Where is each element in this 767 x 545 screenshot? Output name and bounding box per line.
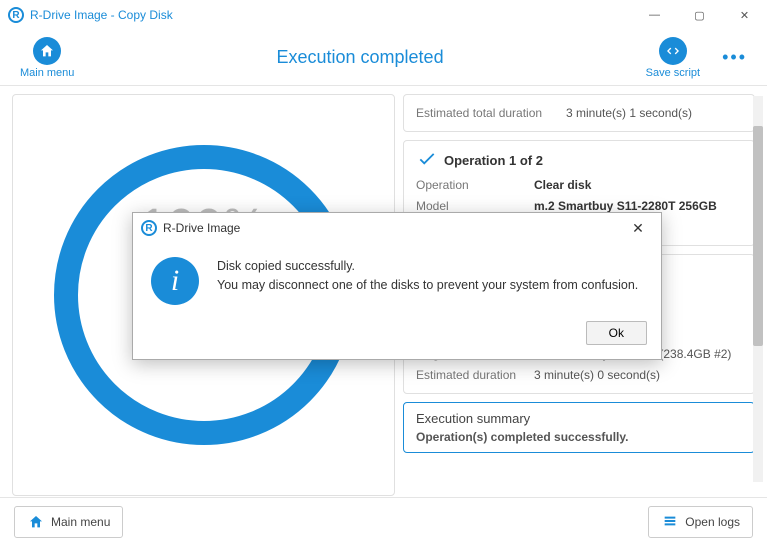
scrollbar-thumb[interactable]	[753, 126, 763, 346]
dialog-text: Disk copied successfully. You may discon…	[217, 257, 638, 295]
op2-duration: 3 minute(s) 0 second(s)	[534, 365, 742, 385]
main-menu-label: Main menu	[20, 67, 74, 79]
dialog-footer: Ok	[133, 315, 661, 359]
page-title: Execution completed	[82, 47, 637, 68]
dialog-close-button[interactable]: ✕	[623, 220, 653, 237]
footer-main-menu-label: Main menu	[51, 515, 110, 529]
est-total-label: Estimated total duration	[416, 103, 566, 123]
footer: Main menu Open logs	[0, 497, 767, 545]
window-titlebar: R R-Drive Image - Copy Disk — ▢ ✕	[0, 0, 767, 30]
save-script-label: Save script	[646, 67, 700, 79]
open-logs-label: Open logs	[685, 515, 740, 529]
success-dialog: R R-Drive Image ✕ i Disk copied successf…	[132, 212, 662, 360]
minimize-button[interactable]: —	[632, 0, 677, 30]
info-icon: i	[151, 257, 199, 305]
summary-title: Execution summary	[416, 411, 742, 426]
app-icon: R	[141, 220, 157, 236]
main-menu-button[interactable]: Main menu	[12, 35, 82, 81]
summary-message: Operation(s) completed successfully.	[416, 430, 742, 444]
close-button[interactable]: ✕	[722, 0, 767, 30]
dialog-line1: Disk copied successfully.	[217, 257, 638, 276]
logs-icon	[661, 513, 679, 531]
open-logs-button[interactable]: Open logs	[648, 506, 753, 538]
toolbar: Main menu Execution completed Save scrip…	[0, 30, 767, 86]
dialog-titlebar: R R-Drive Image ✕	[133, 213, 661, 243]
window-title: R-Drive Image - Copy Disk	[30, 8, 173, 22]
home-icon	[33, 37, 61, 65]
est-total-value: 3 minute(s) 1 second(s)	[566, 103, 742, 123]
code-icon	[659, 37, 687, 65]
save-script-button[interactable]: Save script	[638, 35, 708, 81]
dialog-line2: You may disconnect one of the disks to p…	[217, 276, 638, 295]
summary-panel: Execution summary Operation(s) completed…	[403, 402, 755, 453]
maximize-button[interactable]: ▢	[677, 0, 722, 30]
op1-operation: Clear disk	[534, 175, 742, 195]
dialog-title: R-Drive Image	[163, 221, 240, 235]
operation-1-header: Operation 1 of 2	[416, 149, 742, 171]
dialog-body: i Disk copied successfully. You may disc…	[133, 243, 661, 315]
check-icon	[416, 149, 438, 171]
total-duration-panel: Estimated total duration 3 minute(s) 1 s…	[403, 94, 755, 132]
ok-button[interactable]: Ok	[586, 321, 647, 345]
more-menu-button[interactable]: •••	[714, 47, 755, 68]
footer-main-menu-button[interactable]: Main menu	[14, 506, 123, 538]
window-controls: — ▢ ✕	[632, 0, 767, 30]
app-icon: R	[8, 7, 24, 23]
home-icon	[27, 513, 45, 531]
